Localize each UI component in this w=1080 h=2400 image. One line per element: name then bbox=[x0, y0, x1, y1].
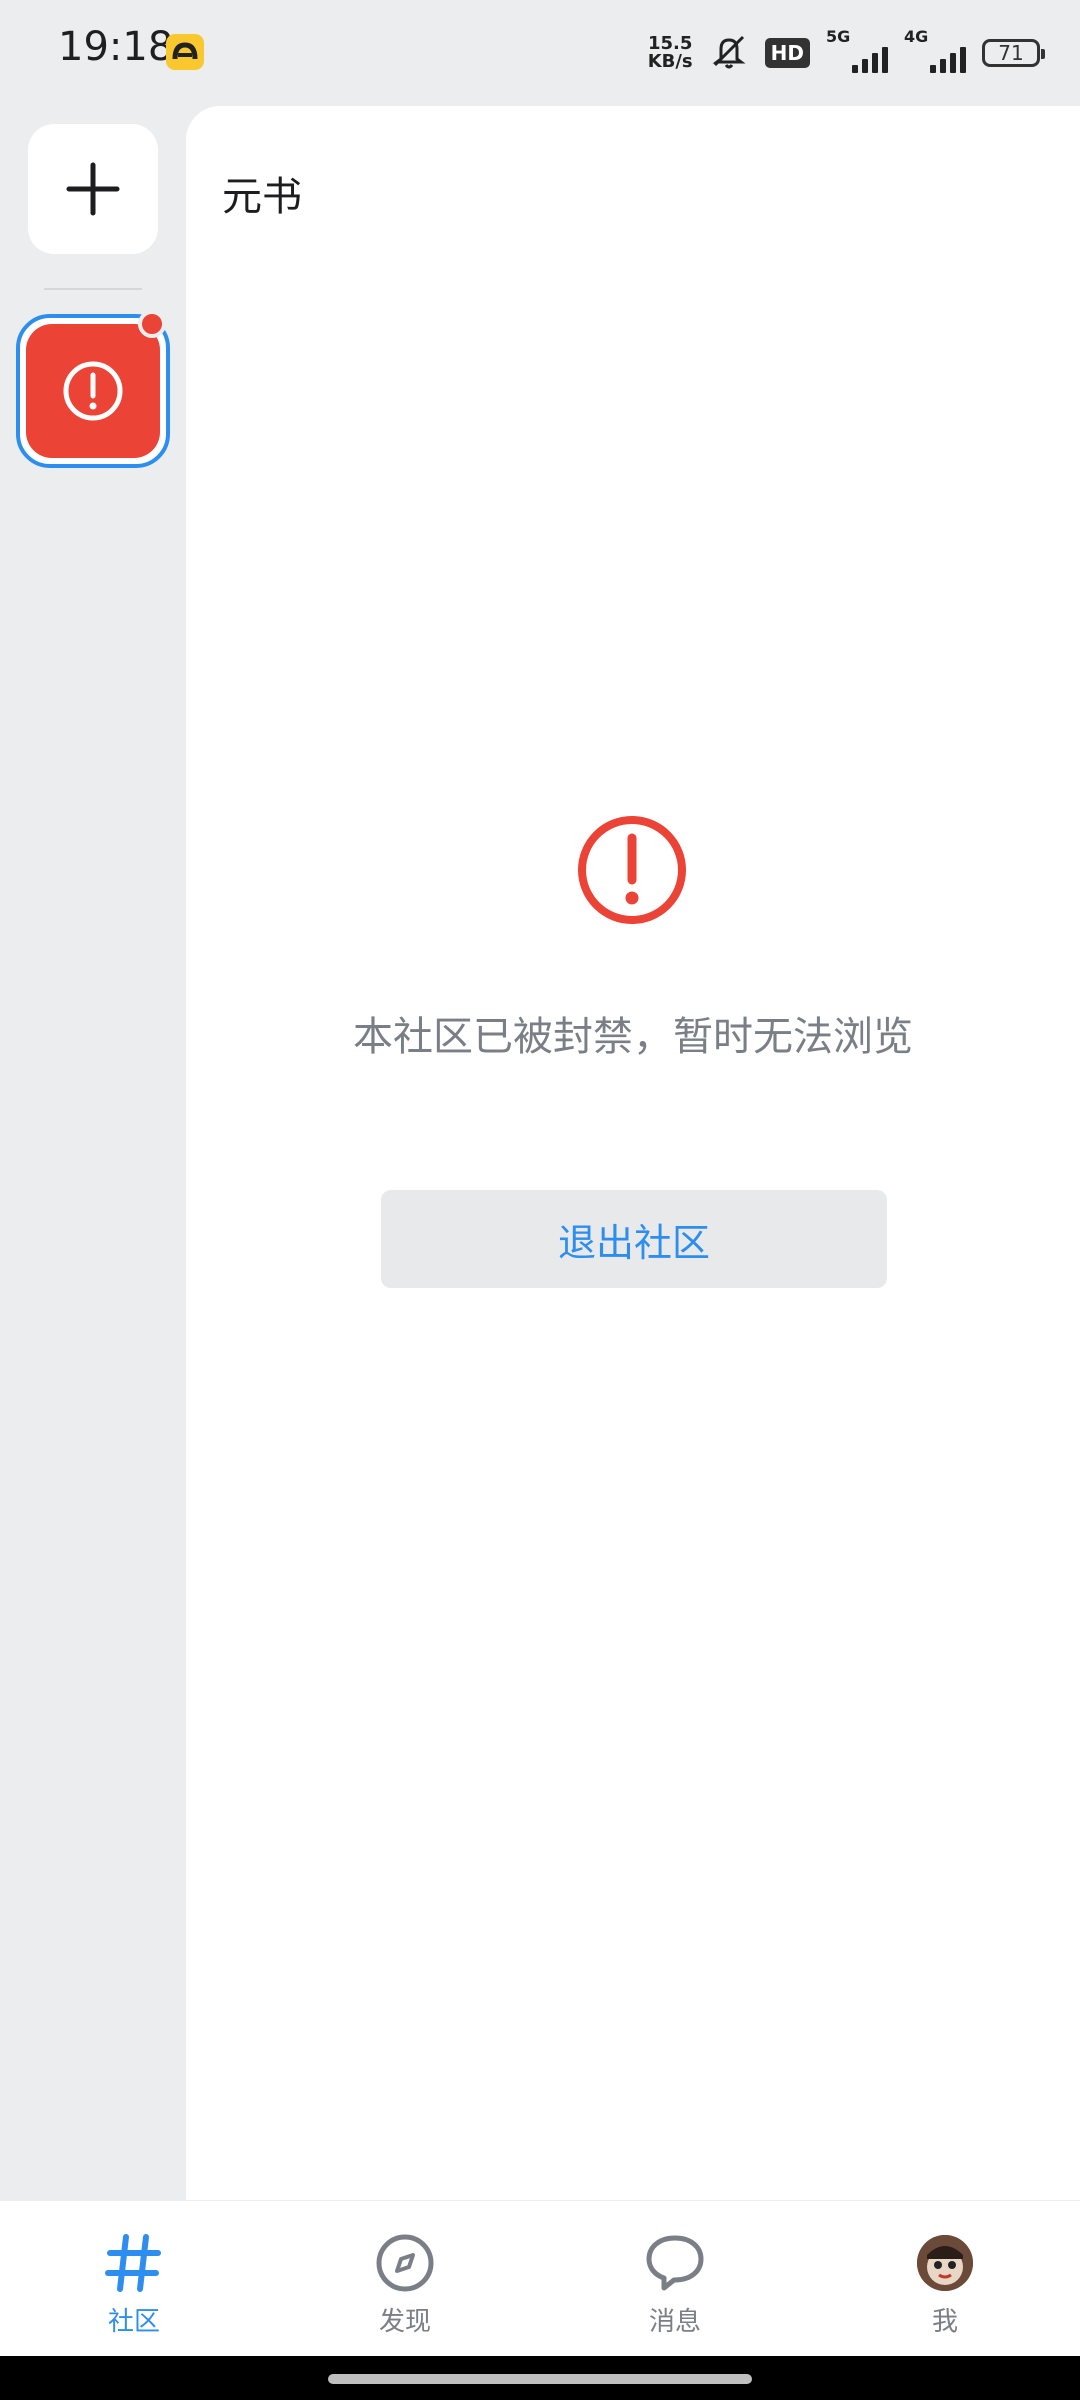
nav-label-me: 我 bbox=[931, 2307, 958, 2337]
nav-label-discover: 发现 bbox=[378, 2307, 431, 2337]
community-avatar bbox=[26, 324, 160, 458]
compass-icon bbox=[373, 2231, 437, 2295]
avatar bbox=[917, 2235, 973, 2291]
exclamation-circle-icon bbox=[63, 361, 123, 421]
community-panel: 元书 本社区已被封禁，暂时无法浏览 退出社区 bbox=[186, 106, 1080, 2200]
hd-voice-badge: HD bbox=[764, 38, 810, 68]
exit-community-button[interactable]: 退出社区 bbox=[381, 1190, 887, 1288]
network-speed-unit: KB/s bbox=[647, 51, 693, 72]
chat-bubble-icon bbox=[643, 2231, 707, 2295]
battery-icon: 71 bbox=[982, 39, 1045, 67]
gesture-navigation-area bbox=[0, 2356, 1080, 2400]
nav-tab-community[interactable]: 社区 bbox=[64, 2231, 204, 2338]
nav-label-community: 社区 bbox=[107, 2307, 160, 2337]
signal-5g-icon: 5G bbox=[826, 27, 888, 73]
nav-tab-discover[interactable]: 发现 bbox=[335, 2231, 475, 2338]
network-speed: 15.5 KB/s bbox=[648, 35, 693, 71]
error-warning-icon bbox=[578, 816, 686, 924]
banned-message: 本社区已被封禁，暂时无法浏览 bbox=[353, 1014, 913, 1060]
plus-icon bbox=[66, 162, 120, 216]
rail-divider bbox=[44, 288, 142, 290]
mute-icon bbox=[709, 31, 749, 75]
community-rail bbox=[0, 104, 186, 2200]
app-notification-icon bbox=[166, 34, 204, 70]
unread-dot-badge bbox=[138, 310, 166, 338]
signal-4g-label: 4G bbox=[904, 27, 929, 46]
home-gesture-handle[interactable] bbox=[328, 2374, 752, 2384]
battery-level: 71 bbox=[998, 41, 1024, 65]
signal-5g-label: 5G bbox=[826, 27, 851, 46]
status-bar: 19:18 15.5 KB/s HD 5G 4G 71 bbox=[0, 0, 1080, 104]
status-time: 19:18 bbox=[58, 24, 174, 70]
hash-icon bbox=[102, 2231, 166, 2295]
add-community-button[interactable] bbox=[28, 124, 158, 254]
community-title: 元书 bbox=[222, 174, 302, 220]
bottom-navigation: 社区 发现 消息 我 bbox=[0, 2200, 1080, 2357]
nav-tab-messages[interactable]: 消息 bbox=[605, 2231, 745, 2338]
nav-label-messages: 消息 bbox=[648, 2307, 701, 2337]
nav-tab-me[interactable]: 我 bbox=[875, 2231, 1015, 2338]
signal-4g-icon: 4G bbox=[904, 27, 966, 73]
